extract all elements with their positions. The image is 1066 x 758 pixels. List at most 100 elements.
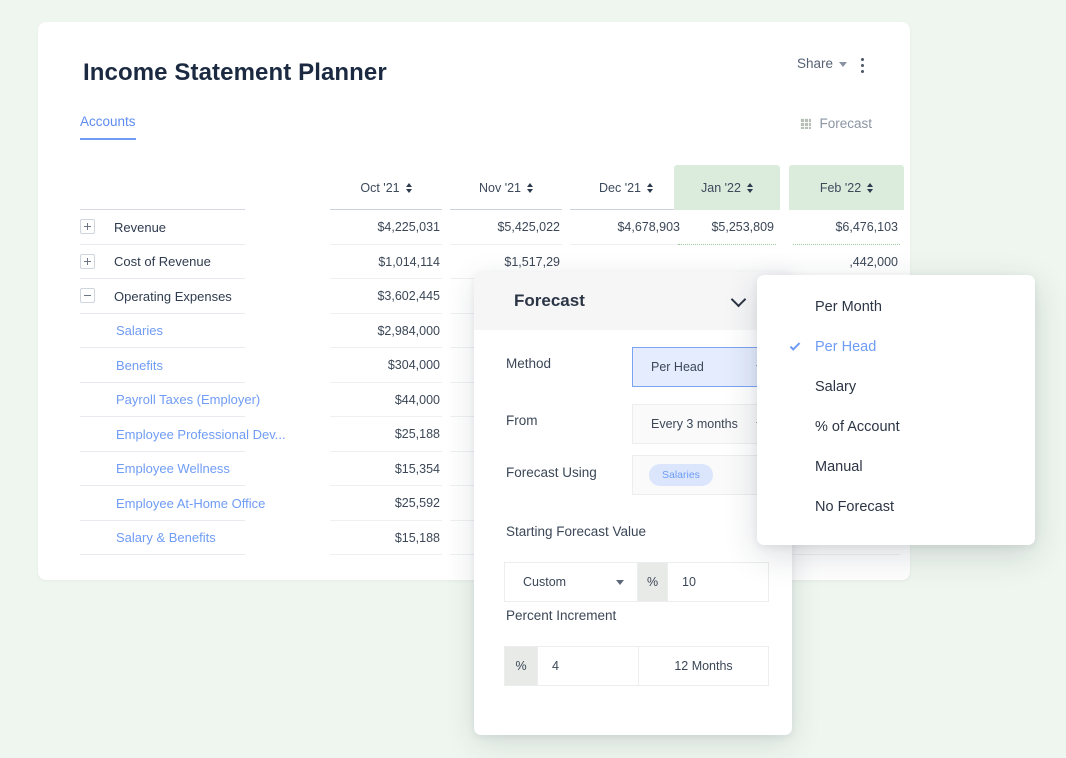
forecast-view-toggle-label: Forecast <box>819 116 872 131</box>
forecast-panel-title: Forecast <box>514 291 585 310</box>
percent-increment-input[interactable]: 4 <box>538 646 639 686</box>
row-divider <box>793 554 900 555</box>
sort-icon[interactable] <box>527 182 533 193</box>
table-cell[interactable]: $25,188 <box>326 417 446 452</box>
percent-increment-period[interactable]: 12 Months <box>639 646 769 686</box>
column-header-label: Nov '21 <box>479 180 521 195</box>
table-row: Revenue $4,225,031 $5,425,022 $4,678,903 $5,… <box>80 210 910 245</box>
table-cell[interactable]: $25,592 <box>326 486 446 521</box>
starting-value-input[interactable]: 10 <box>668 562 769 602</box>
menu-item-label: Manual <box>815 459 863 475</box>
starting-forecast-value-label: Starting Forecast Value <box>506 524 647 539</box>
method-field-label-wrap: Method <box>506 356 551 371</box>
check-icon <box>789 340 801 351</box>
row-divider <box>80 554 245 555</box>
forecast-using-label-wrap: Forecast Using <box>506 465 597 480</box>
table-header-row: Oct '21 Nov '21 Dec '21 Jan '22 Feb '22 <box>80 165 910 210</box>
table-cell[interactable]: $1,014,114 <box>326 245 446 280</box>
sort-icon[interactable] <box>746 182 753 193</box>
starting-value-select[interactable]: Custom <box>504 562 638 602</box>
kebab-dot <box>860 63 864 67</box>
menu-item-manual[interactable]: Manual <box>757 447 1035 487</box>
kebab-dot <box>860 57 864 61</box>
table-cell[interactable]: $4,678,903 <box>566 210 686 245</box>
starting-value-select-value: Custom <box>523 575 567 589</box>
row-label: Operating Expenses <box>114 288 232 304</box>
column-header-4[interactable]: Jan '22 <box>674 165 780 210</box>
column-header-label: Feb '22 <box>819 180 862 195</box>
menu-item-per-month[interactable]: Per Month <box>757 287 1035 327</box>
kebab-menu-icon[interactable] <box>852 53 872 77</box>
method-label: Method <box>506 356 552 371</box>
grid-icon <box>800 118 812 129</box>
starting-value-unit: % <box>638 562 668 602</box>
table-cell[interactable]: $5,253,809 <box>674 210 780 245</box>
menu-item-per-head[interactable]: Per Head <box>757 327 1035 367</box>
from-field-label-wrap: From <box>506 413 538 428</box>
percent-increment-group: % 4 12 Months <box>504 646 769 686</box>
forecast-panel: Forecast Method Per Head From Every 3 mo… <box>474 272 792 735</box>
menu-item-label: % of Account <box>815 419 900 435</box>
row-label[interactable]: Employee Professional Dev... <box>116 417 286 452</box>
sort-icon[interactable] <box>867 182 874 193</box>
forecast-view-toggle[interactable]: Forecast <box>800 116 872 131</box>
row-label[interactable]: Salaries <box>116 314 163 349</box>
row-label: Revenue <box>114 219 167 235</box>
page-title: Income Statement Planner <box>83 59 387 86</box>
row-label: Cost of Revenue <box>114 254 211 270</box>
column-header-label: Oct '21 <box>360 180 400 195</box>
chevron-down-icon[interactable] <box>730 291 747 308</box>
menu-item-label: Per Head <box>815 339 877 355</box>
percent-increment-unit: % <box>504 646 538 686</box>
tab-accounts[interactable]: Accounts <box>80 114 136 140</box>
table-cell[interactable]: $3,602,445 <box>326 279 446 314</box>
chevron-down-icon <box>839 62 847 67</box>
from-label: From <box>506 413 538 428</box>
column-header-5[interactable]: Feb '22 <box>789 165 904 210</box>
from-select-value: Every 3 months <box>651 417 738 431</box>
chevron-down-icon <box>616 579 624 585</box>
column-header-2[interactable]: Nov '21 <box>446 165 566 210</box>
forecast-panel-header: Forecast <box>474 272 792 330</box>
row-label[interactable]: Employee At-Home Office <box>116 486 265 521</box>
table-cell[interactable]: $44,000 <box>326 383 446 418</box>
table-cell[interactable]: $5,425,022 <box>446 210 566 245</box>
menu-item-of-account[interactable]: % of Account <box>757 407 1035 447</box>
table-cell[interactable]: $2,984,000 <box>326 314 446 349</box>
row-label[interactable]: Payroll Taxes (Employer) <box>116 383 260 418</box>
row-divider <box>330 554 442 555</box>
column-header-1[interactable]: Oct '21 <box>326 165 446 210</box>
share-button-label: Share <box>796 56 833 71</box>
percent-increment-label: Percent Increment <box>506 608 617 623</box>
expand-icon[interactable] <box>80 253 95 269</box>
menu-item-no-forecast[interactable]: No Forecast <box>757 487 1035 527</box>
menu-item-label: Per Month <box>815 299 882 315</box>
row-label[interactable]: Benefits <box>116 348 163 383</box>
menu-item-label: No Forecast <box>815 499 894 515</box>
column-header-3[interactable]: Dec '21 <box>566 165 686 210</box>
share-button[interactable]: Share <box>797 56 847 71</box>
table-cell[interactable]: ,442,000 <box>789 245 904 280</box>
collapse-icon[interactable] <box>80 288 95 303</box>
table-cell[interactable]: $304,000 <box>326 348 446 383</box>
expand-icon[interactable] <box>80 219 95 234</box>
table-cell[interactable]: $4,225,031 <box>326 210 446 245</box>
starting-forecast-value-group: Custom % 10 <box>504 562 769 602</box>
table-cell[interactable]: $15,188 <box>326 521 446 556</box>
tab-bar: Accounts <box>80 114 136 140</box>
sort-icon[interactable] <box>405 182 412 193</box>
method-select-value: Per Head <box>651 360 704 374</box>
menu-item-label: Salary <box>815 379 857 395</box>
column-header-label: Jan '22 <box>701 180 741 195</box>
row-label[interactable]: Employee Wellness <box>116 452 230 487</box>
kebab-dot <box>860 69 864 73</box>
row-label[interactable]: Salary & Benefits <box>116 521 216 556</box>
method-dropdown-menu: Per Month Per Head Salary % of Account Manua… <box>757 275 1035 545</box>
forecast-using-chip[interactable]: Salaries <box>649 464 713 486</box>
table-cell[interactable]: $6,476,103 <box>789 210 904 245</box>
menu-item-salary[interactable]: Salary <box>757 367 1035 407</box>
sort-icon[interactable] <box>647 182 653 193</box>
screen-root: Income Statement Planner Share Accounts … <box>0 0 1066 758</box>
column-header-label: Dec '21 <box>599 180 641 195</box>
table-cell[interactable]: $15,354 <box>326 452 446 487</box>
